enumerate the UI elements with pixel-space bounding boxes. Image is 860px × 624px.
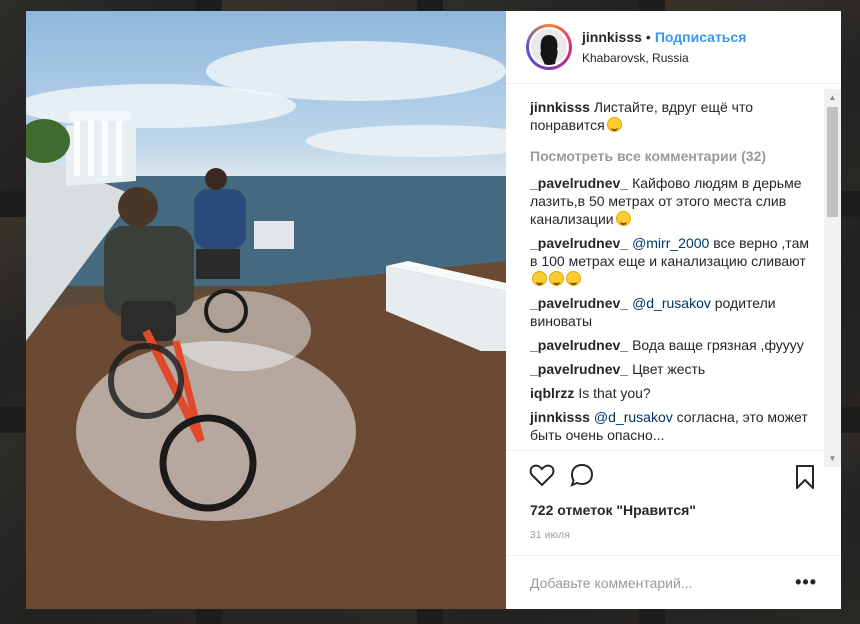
caption: jinnkisss Листайте, вдруг ещё что понрави… bbox=[530, 98, 817, 134]
post-modal: jinnkisss • Подписаться Khabarovsk, Russia… bbox=[26, 11, 841, 609]
emoji-icon bbox=[606, 117, 622, 132]
separator-dot: • bbox=[645, 29, 651, 45]
add-comment-bar: ••• bbox=[506, 555, 841, 609]
comment-item: _pavelrudnev_ Цвет жесть bbox=[530, 360, 817, 378]
comment-username[interactable]: _pavelrudnev_ bbox=[530, 235, 628, 251]
comment-username[interactable]: jinnkisss bbox=[530, 409, 590, 425]
comment-item: jinnkisss @d_rusakov согласна, это может … bbox=[530, 408, 817, 444]
comment-text: Вода ваще грязная ,фуууу bbox=[632, 337, 804, 353]
comment-button[interactable] bbox=[562, 455, 602, 495]
caption-username[interactable]: jinnkisss bbox=[530, 99, 590, 115]
comment-item: iqblrzz Is that you? bbox=[530, 384, 817, 402]
comment-username[interactable]: _pavelrudnev_ bbox=[530, 295, 628, 311]
comment-item: _pavelrudnev_ @mirr_2000 все верно ,там в… bbox=[530, 234, 817, 288]
follow-button[interactable]: Подписаться bbox=[655, 29, 747, 45]
comment-username[interactable]: _pavelrudnev_ bbox=[530, 361, 628, 377]
scroll-up-icon[interactable]: ▲ bbox=[824, 89, 841, 106]
post-photo[interactable] bbox=[26, 11, 506, 609]
scrollbar-thumb[interactable] bbox=[827, 107, 838, 217]
post-photo-illustration bbox=[26, 41, 506, 609]
story-ring[interactable] bbox=[526, 24, 572, 70]
comment-username[interactable]: _pavelrudnev_ bbox=[530, 337, 628, 353]
comment-username[interactable]: iqblrzz bbox=[530, 385, 574, 401]
more-options-button[interactable]: ••• bbox=[795, 572, 817, 593]
avatar[interactable] bbox=[529, 27, 569, 67]
post-sidebar: jinnkisss • Подписаться Khabarovsk, Russia… bbox=[506, 11, 841, 609]
comment-bubble-icon bbox=[570, 463, 594, 487]
likes-count[interactable]: 722 отметок "Нравится" bbox=[506, 498, 841, 518]
comment-mention[interactable]: @d_rusakov bbox=[632, 295, 711, 311]
comments-scrollbar[interactable]: ▲ ▼ bbox=[824, 89, 841, 467]
post-header: jinnkisss • Подписаться Khabarovsk, Russia bbox=[506, 11, 841, 84]
save-button[interactable] bbox=[785, 457, 825, 497]
emoji-icon bbox=[532, 271, 547, 286]
comment-input[interactable] bbox=[530, 574, 796, 591]
bookmark-icon bbox=[796, 465, 814, 489]
emoji-icon bbox=[615, 211, 631, 226]
comment-item: _pavelrudnev_ Вода ваще грязная ,фуууу bbox=[530, 336, 817, 354]
comments-list[interactable]: jinnkisss Листайте, вдруг ещё что понрави… bbox=[506, 84, 841, 450]
comment-username[interactable]: _pavelrudnev_ bbox=[530, 175, 628, 191]
comment-mention[interactable]: @mirr_2000 bbox=[632, 235, 709, 251]
header-text: jinnkisss • Подписаться Khabarovsk, Russia bbox=[582, 29, 746, 65]
location-link[interactable]: Khabarovsk, Russia bbox=[582, 51, 746, 65]
comment-item: _pavelrudnev_ @d_rusakov родители виноват… bbox=[530, 294, 817, 330]
emoji-icon bbox=[549, 271, 564, 286]
heart-icon bbox=[529, 464, 555, 486]
username-link[interactable]: jinnkisss bbox=[582, 29, 642, 45]
comment-text: Цвет жесть bbox=[632, 361, 706, 377]
comment-container: _pavelrudnev_ Кайфово людям в дерьме лази… bbox=[530, 174, 817, 450]
action-bar bbox=[506, 450, 841, 498]
view-all-comments-button[interactable]: Посмотреть все комментарии (32) bbox=[530, 148, 817, 164]
comment-item: _pavelrudnev_ Кайфово людям в дерьме лази… bbox=[530, 174, 817, 228]
comment-mention[interactable]: @d_rusakov bbox=[594, 409, 673, 425]
emoji-icon bbox=[566, 271, 581, 286]
avatar-silhouette-icon bbox=[531, 29, 567, 65]
comment-text: Is that you? bbox=[578, 385, 651, 401]
post-date[interactable]: 31 июля bbox=[506, 518, 841, 541]
like-button[interactable] bbox=[522, 455, 562, 495]
